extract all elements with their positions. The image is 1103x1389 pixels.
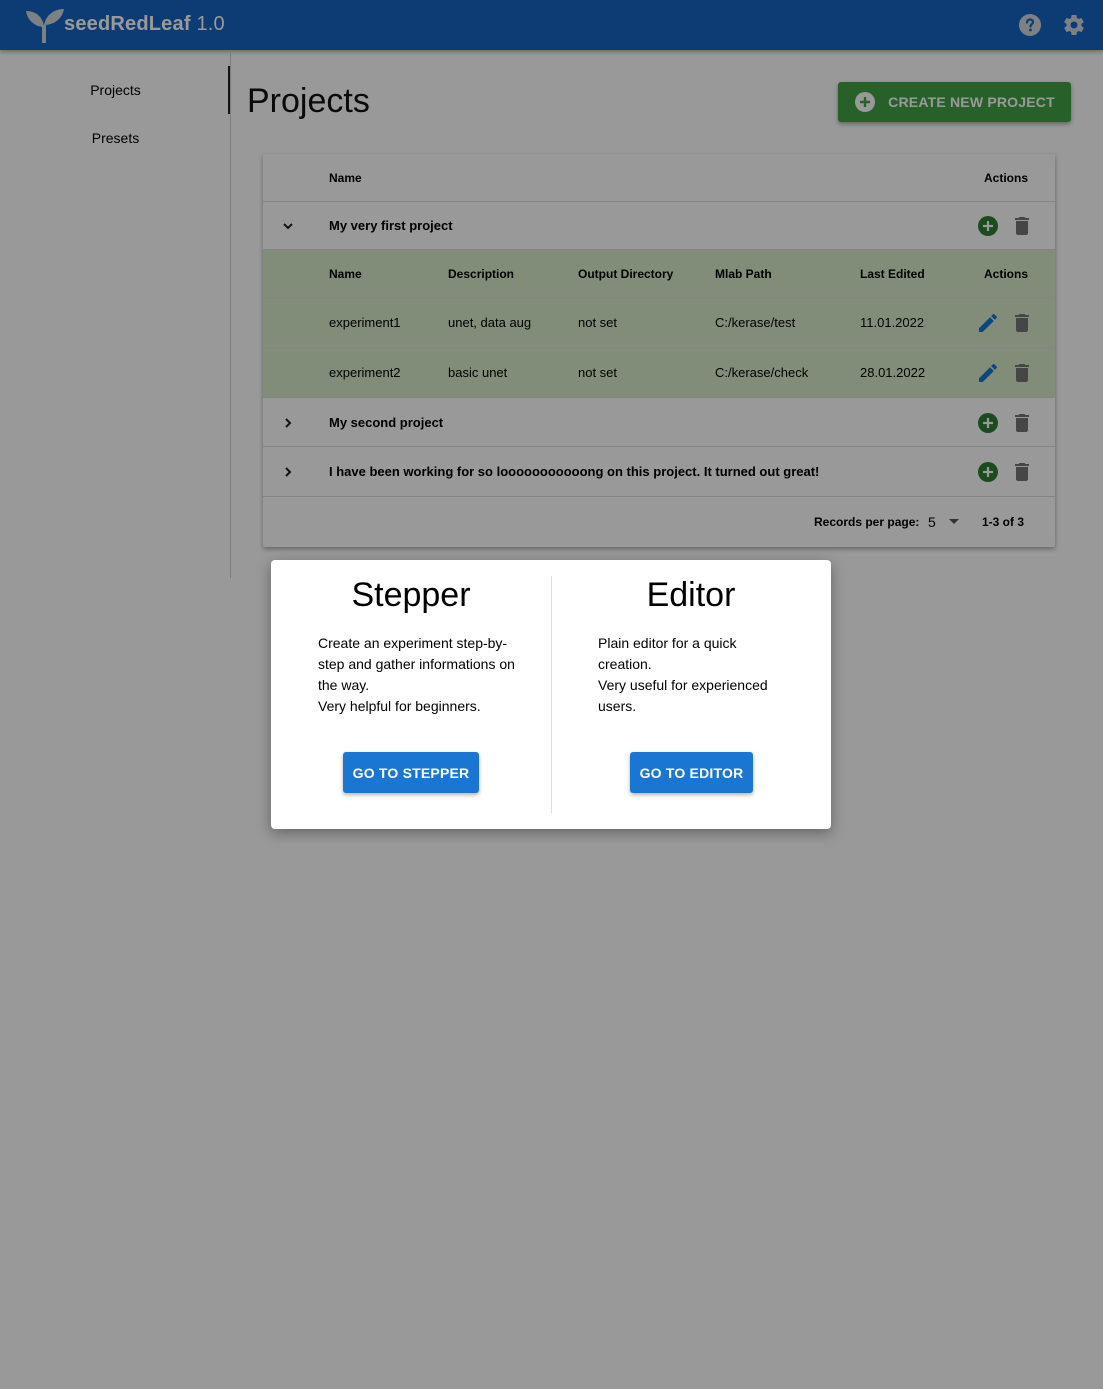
editor-title: Editor: [646, 576, 736, 614]
go-to-stepper-button[interactable]: GO TO STEPPER: [343, 752, 479, 793]
go-to-editor-button[interactable]: GO TO EDITOR: [630, 752, 753, 793]
create-experiment-dialog: Stepper Create an experiment step-by-ste…: [271, 560, 831, 829]
editor-description: Plain editor for a quick creation. Very …: [598, 635, 768, 714]
stepper-title: Stepper: [351, 576, 471, 614]
stepper-description: Create an experiment step-by-step and ga…: [318, 635, 515, 714]
